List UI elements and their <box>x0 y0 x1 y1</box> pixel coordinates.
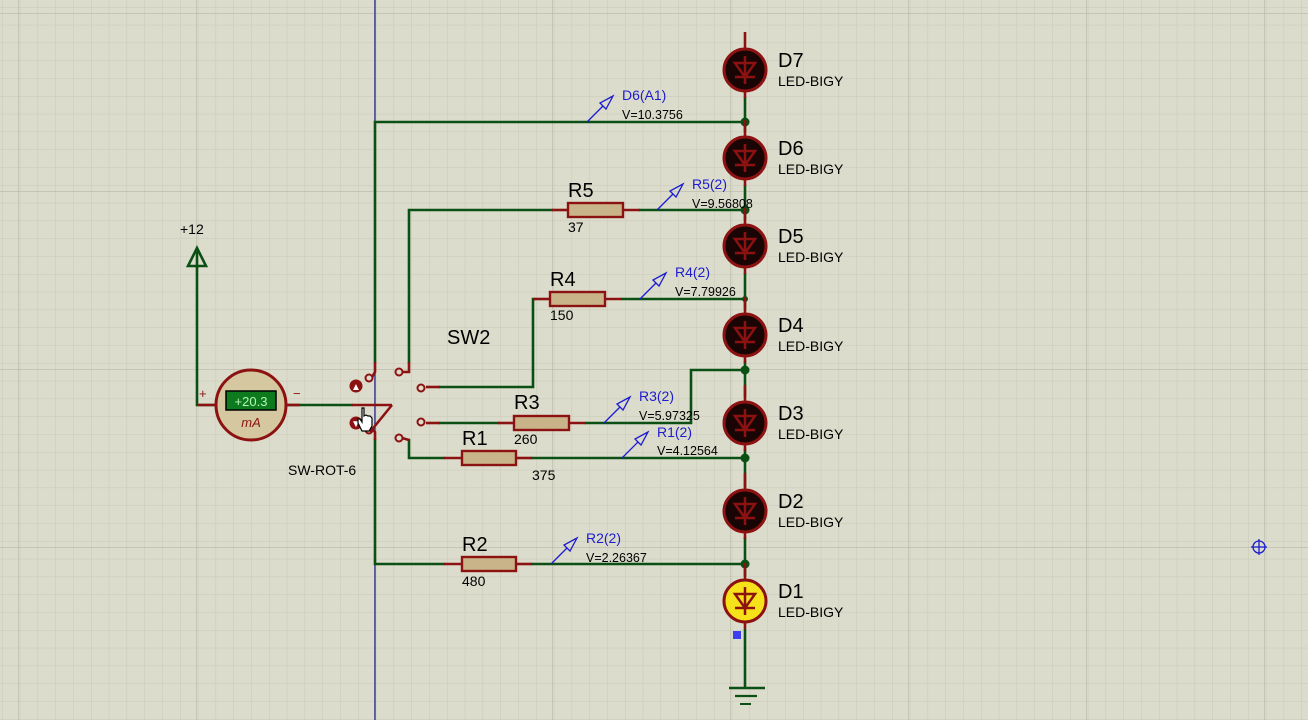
junction-dot <box>740 453 750 463</box>
resistor-name: R1 <box>462 428 488 450</box>
selection-marker <box>733 631 741 639</box>
schematic-canvas[interactable]: +12 +20.3 mA + − ▲ ▼ SW2 SW-ROT-6 R5 37 … <box>0 0 1308 720</box>
led-type: LED-BIGY <box>778 426 844 442</box>
power-label: +12 <box>180 221 204 237</box>
led-name: D5 <box>778 226 804 248</box>
resistor-value: 150 <box>550 307 574 323</box>
led-name: D2 <box>778 491 804 513</box>
probe-name: R1(2) <box>657 424 692 440</box>
junction-dot <box>740 365 750 375</box>
led-type: LED-BIGY <box>778 338 844 354</box>
probe-voltage: V=10.3756 <box>622 108 683 122</box>
ammeter-plus-terminal: + <box>199 386 207 401</box>
probe-name: D6(A1) <box>622 87 666 103</box>
resistor-name: R5 <box>568 180 594 202</box>
resistor-value: 37 <box>568 219 584 235</box>
switch-name: SW2 <box>447 327 490 349</box>
led-type: LED-BIGY <box>778 249 844 265</box>
led-type: LED-BIGY <box>778 161 844 177</box>
resistor-value: 375 <box>532 467 556 483</box>
ammeter-unit: mA <box>241 415 261 430</box>
led-type: LED-BIGY <box>778 73 844 89</box>
probe-name: R4(2) <box>675 264 710 280</box>
resistor-name: R3 <box>514 392 540 414</box>
led-name: D4 <box>778 315 804 337</box>
up-arrow-icon: ▲ <box>351 382 361 393</box>
resistor-value: 480 <box>462 573 486 589</box>
switch-type: SW-ROT-6 <box>288 462 356 478</box>
probe-voltage: V=2.26367 <box>586 551 647 565</box>
probe-voltage: V=5.97325 <box>639 409 700 423</box>
led-type: LED-BIGY <box>778 604 844 620</box>
led-name: D1 <box>778 581 804 603</box>
led-name: D3 <box>778 403 804 425</box>
probe-name: R5(2) <box>692 176 727 192</box>
led-type: LED-BIGY <box>778 514 844 530</box>
led-name: D7 <box>778 50 804 72</box>
resistor-value: 260 <box>514 431 538 447</box>
resistor-name: R4 <box>550 269 576 291</box>
probe-name: R3(2) <box>639 388 674 404</box>
ammeter-minus-terminal: − <box>293 386 301 401</box>
probe-voltage: V=4.12564 <box>657 444 718 458</box>
probe-voltage: V=7.79926 <box>675 285 736 299</box>
led-name: D6 <box>778 138 804 160</box>
probe-name: R2(2) <box>586 530 621 546</box>
ammeter-reading: +20.3 <box>235 394 268 409</box>
resistor-name: R2 <box>462 534 488 556</box>
